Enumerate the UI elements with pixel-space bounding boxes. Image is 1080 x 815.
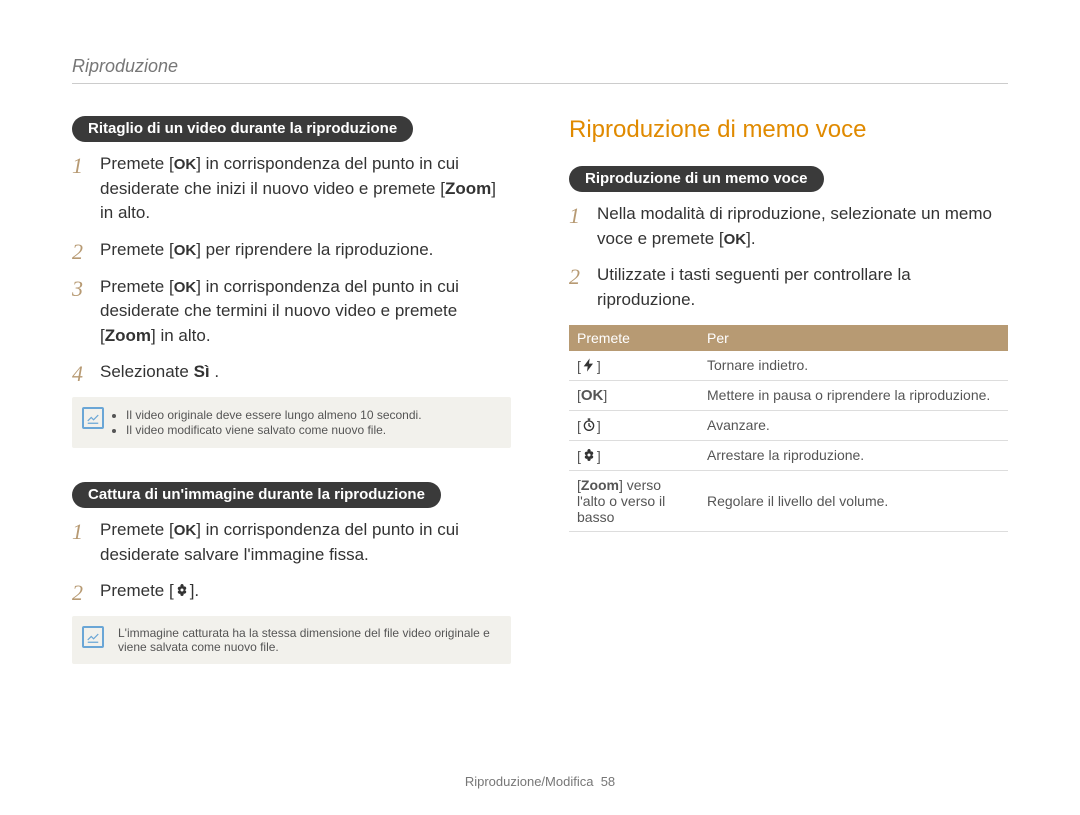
step-text: ] in alto. xyxy=(151,326,211,345)
step-number: 3 xyxy=(72,273,83,305)
step-text: Premete [ xyxy=(100,520,174,539)
controls-table: Premete Per [] Tornare indietro. [OK] Me… xyxy=(569,325,1008,532)
right-pill: Riproduzione di un memo voce xyxy=(569,166,824,192)
table-row: [OK] Mettere in pausa o riprendere la ri… xyxy=(569,380,1008,410)
table-cell-desc: Avanzare. xyxy=(699,410,1008,440)
note-box: Il video originale deve essere lungo alm… xyxy=(72,397,511,448)
breadcrumb: Riproduzione xyxy=(72,56,1008,84)
note-item: Il video modificato viene salvato come n… xyxy=(126,423,499,437)
step-text: Premete [ xyxy=(100,154,174,173)
note-list: Il video originale deve essere lungo alm… xyxy=(126,408,499,437)
list-item: 4 Selezionate Sì . xyxy=(72,360,511,385)
table-cell-desc: Tornare indietro. xyxy=(699,351,1008,381)
note-icon xyxy=(82,407,104,429)
ok-icon: OK xyxy=(174,520,197,542)
table-row: [Zoom] verso l'alto o verso il basso Reg… xyxy=(569,470,1008,531)
zoom-label: Zoom xyxy=(105,326,151,345)
table-cell-key: [] xyxy=(569,440,699,470)
list-item: 1 Nella modalità di riproduzione, selezi… xyxy=(569,202,1008,251)
step-text: Nella modalità di riproduzione, selezion… xyxy=(597,204,992,248)
step-number: 2 xyxy=(72,236,83,268)
ok-icon: OK xyxy=(174,154,197,176)
right-steps: 1 Nella modalità di riproduzione, selezi… xyxy=(569,202,1008,313)
step-number: 1 xyxy=(72,150,83,182)
footer-section: Riproduzione/Modifica xyxy=(465,774,594,789)
zoom-label: Zoom xyxy=(445,179,491,198)
step-text: Premete [ xyxy=(100,277,174,296)
table-cell-desc: Regolare il livello del volume. xyxy=(699,470,1008,531)
step-text: Premete [ xyxy=(100,581,174,600)
table-cell-key: [OK] xyxy=(569,380,699,410)
list-item: 3 Premete [OK] in corrispondenza del pun… xyxy=(72,275,511,349)
right-column: Riproduzione di memo voce Riproduzione d… xyxy=(569,116,1008,664)
list-item: 2 Utilizzate i tasti seguenti per contro… xyxy=(569,263,1008,312)
step-number: 2 xyxy=(72,577,83,609)
note-box: L'immagine catturata ha la stessa dimens… xyxy=(72,616,511,664)
timer-icon xyxy=(581,417,597,433)
list-item: 2 Premete []. xyxy=(72,579,511,604)
note-item: Il video originale deve essere lungo alm… xyxy=(126,408,499,422)
section1-steps: 1 Premete [OK] in corrispondenza del pun… xyxy=(72,152,511,385)
step-number: 1 xyxy=(569,200,580,232)
section2-pill: Cattura di un'immagine durante la riprod… xyxy=(72,482,441,508)
section1-pill: Ritaglio di un video durante la riproduz… xyxy=(72,116,413,142)
section2-steps: 1 Premete [OK] in corrispondenza del pun… xyxy=(72,518,511,604)
section-title: Riproduzione di memo voce xyxy=(569,116,1008,144)
ok-icon: OK xyxy=(174,277,197,299)
step-text: ]. xyxy=(746,229,755,248)
step-text: ]. xyxy=(190,581,199,600)
step-number: 4 xyxy=(72,358,83,390)
ok-icon: OK xyxy=(174,240,197,262)
table-header: Premete xyxy=(569,325,699,351)
step-text: ] per riprendere la riproduzione. xyxy=(196,240,433,259)
page: Riproduzione Ritaglio di un video durant… xyxy=(0,0,1080,815)
ok-icon: OK xyxy=(724,229,747,251)
page-footer: Riproduzione/Modifica 58 xyxy=(0,774,1080,789)
table-cell-key: [] xyxy=(569,410,699,440)
step-number: 1 xyxy=(72,516,83,548)
option-label: Sì xyxy=(194,362,210,381)
table-row: [] Arrestare la riproduzione. xyxy=(569,440,1008,470)
page-number: 58 xyxy=(601,774,615,789)
step-number: 2 xyxy=(569,261,580,293)
table-header: Per xyxy=(699,325,1008,351)
left-column: Ritaglio di un video durante la riproduz… xyxy=(72,116,511,664)
step-text: Utilizzate i tasti seguenti per controll… xyxy=(597,265,911,309)
content-columns: Ritaglio di un video durante la riproduz… xyxy=(72,116,1008,664)
ok-icon: OK xyxy=(581,387,604,404)
table-row: [] Avanzare. xyxy=(569,410,1008,440)
list-item: 2 Premete [OK] per riprendere la riprodu… xyxy=(72,238,511,263)
table-header-row: Premete Per xyxy=(569,325,1008,351)
table-cell-desc: Mettere in pausa o riprendere la riprodu… xyxy=(699,380,1008,410)
zoom-label: Zoom xyxy=(581,477,619,493)
step-text: . xyxy=(210,362,219,381)
list-item: 1 Premete [OK] in corrispondenza del pun… xyxy=(72,518,511,567)
step-text: Premete [ xyxy=(100,240,174,259)
table-cell-key: [Zoom] verso l'alto o verso il basso xyxy=(569,470,699,531)
note-icon xyxy=(82,626,104,648)
table-row: [] Tornare indietro. xyxy=(569,351,1008,381)
flower-down-icon xyxy=(581,447,597,463)
list-item: 1 Premete [OK] in corrispondenza del pun… xyxy=(72,152,511,226)
table-cell-desc: Arrestare la riproduzione. xyxy=(699,440,1008,470)
flower-down-icon xyxy=(174,581,190,597)
flash-icon xyxy=(581,357,597,373)
table-cell-key: [] xyxy=(569,351,699,381)
note-item: L'immagine catturata ha la stessa dimens… xyxy=(118,626,490,654)
step-text: Selezionate xyxy=(100,362,194,381)
